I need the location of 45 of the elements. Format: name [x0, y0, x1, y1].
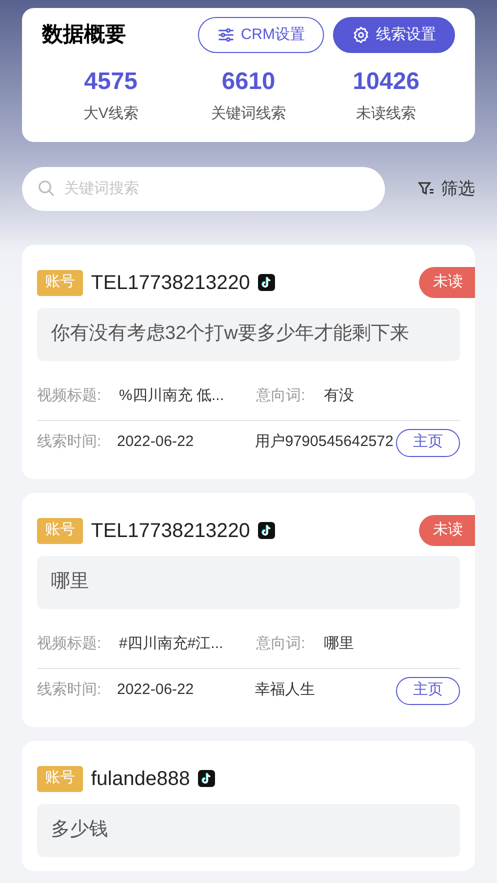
- unread-badge: 未读: [419, 266, 475, 298]
- account-name: TEL17738213220: [91, 270, 250, 296]
- video-title: %四川南充 低...: [119, 386, 226, 406]
- section-title: 数据概要: [42, 22, 126, 48]
- filter-button[interactable]: 筛选: [417, 176, 475, 202]
- comment-text: 多少钱: [51, 818, 108, 842]
- field-label: 线索时间:: [37, 432, 102, 452]
- stat-label: 大V线索: [83, 104, 138, 124]
- field-label: 线索时间:: [37, 680, 102, 700]
- intent-word: 有没: [324, 386, 354, 406]
- lead-time: 2022-06-22: [117, 680, 195, 700]
- video-title: #四川南充#江...: [119, 634, 224, 654]
- account-name: TEL17738213220: [91, 518, 250, 544]
- stat-value: 6610: [222, 67, 276, 97]
- stat-value: 4575: [84, 67, 138, 97]
- field-label: 意向词:: [256, 634, 306, 654]
- homepage-button[interactable]: 主页: [396, 676, 460, 704]
- account-tag: 账号: [37, 270, 83, 296]
- search-icon: [37, 178, 56, 198]
- user-name: 幸福人生: [255, 680, 316, 700]
- user-name: 用户9790545642572: [255, 432, 394, 452]
- stat-label: 关键词线索: [210, 104, 286, 124]
- field-label: 视频标题:: [37, 386, 102, 406]
- homepage-button[interactable]: 主页: [396, 428, 460, 456]
- sliders-icon: [216, 26, 235, 44]
- comment-text: 哪里: [51, 570, 89, 594]
- intent-word: 哪里: [324, 634, 354, 654]
- stat-value: 10426: [352, 67, 420, 97]
- lead-time: 2022-06-22: [117, 432, 195, 452]
- filter-icon: [417, 180, 435, 198]
- account-name: fulande888: [91, 766, 190, 792]
- music-note-icon: [258, 522, 276, 539]
- field-label: 视频标题:: [37, 634, 102, 654]
- lead-settings-button[interactable]: 线索设置: [333, 17, 455, 53]
- search-field[interactable]: 关键词搜索: [22, 166, 385, 210]
- account-tag: 账号: [37, 766, 83, 792]
- field-label: 意向词:: [256, 386, 306, 406]
- music-note-icon: [198, 770, 215, 787]
- comment-text: 你有没有考虑32个打w要多少年才能剩下来: [51, 322, 409, 346]
- settings-icon: [352, 26, 370, 44]
- crm-settings-button[interactable]: CRM设置: [198, 17, 324, 53]
- stat-label: 未读线索: [356, 104, 416, 124]
- unread-badge: 未读: [419, 514, 475, 546]
- account-tag: 账号: [37, 518, 83, 544]
- music-note-icon: [258, 274, 276, 291]
